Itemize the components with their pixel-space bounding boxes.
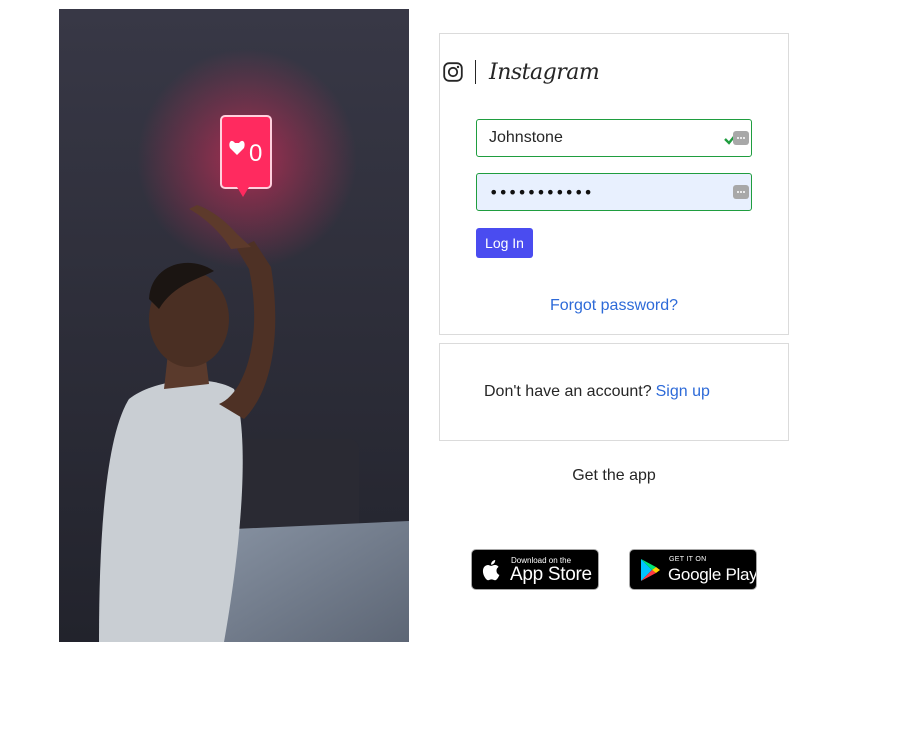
username-input[interactable] (477, 120, 751, 156)
google-small-text: GET IT ON (669, 556, 707, 563)
forgot-password-link[interactable]: Forgot password? (440, 297, 788, 315)
instagram-wordmark: Instagram (489, 59, 600, 85)
password-manager-icon[interactable] (733, 185, 749, 199)
signup-card: Don't have an account? Sign up (439, 343, 789, 441)
signup-row: Don't have an account? Sign up (484, 383, 710, 401)
login-button[interactable]: Log In (476, 228, 533, 258)
get-app-heading: Get the app (572, 467, 656, 484)
hero-image: 0 (59, 9, 409, 642)
brand-divider (475, 60, 476, 84)
password-field[interactable]: ••••••••••• (476, 173, 752, 211)
password-input[interactable]: ••••••••••• (489, 183, 593, 202)
google-play-badge[interactable]: GET IT ON Google Play (629, 549, 757, 590)
login-card: Instagram ••••••••••• Log In Forgot pass… (439, 33, 789, 335)
hero-illustration: 0 (59, 9, 409, 642)
sign-count: 0 (249, 140, 262, 167)
appstore-big-text: App Store (510, 564, 592, 585)
google-big-text: Google Play (668, 565, 757, 584)
username-field[interactable] (476, 119, 752, 157)
signup-link[interactable]: Sign up (656, 383, 710, 400)
apple-icon (482, 560, 500, 581)
password-manager-icon[interactable] (733, 131, 749, 145)
brand-header: Instagram (443, 58, 600, 86)
app-store-badge[interactable]: Download on the App Store (471, 549, 599, 590)
google-play-icon (641, 559, 660, 581)
instagram-icon (443, 62, 463, 82)
neon-like-sign: 0 (220, 115, 272, 197)
signup-prompt: Don't have an account? (484, 383, 652, 400)
